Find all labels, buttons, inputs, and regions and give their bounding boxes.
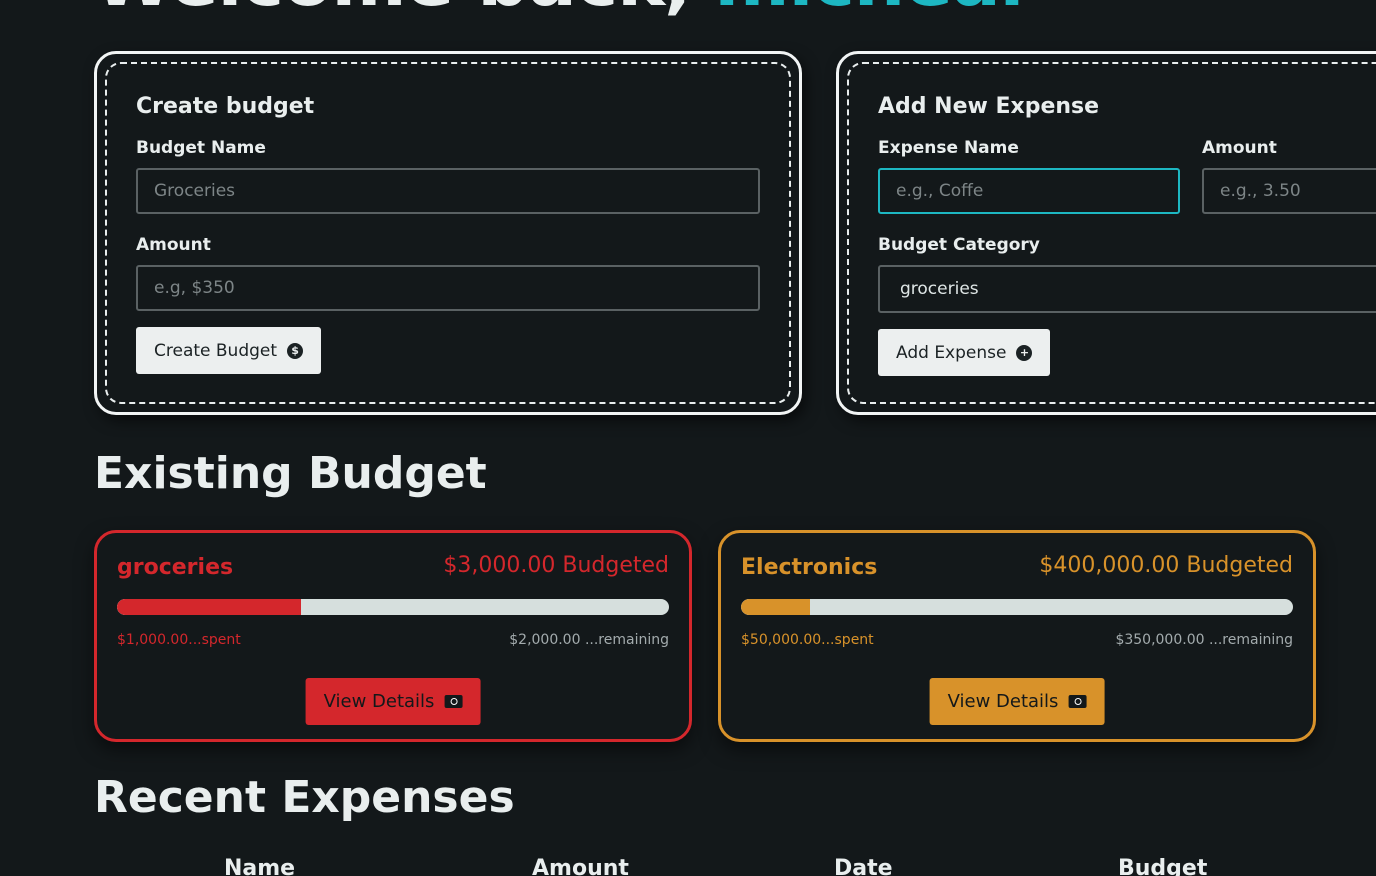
- create-budget-title: Create budget: [136, 94, 315, 119]
- existing-budget-title: Existing Budget: [94, 448, 487, 499]
- budget-remaining: $2,000.00 ...remaining: [509, 632, 669, 648]
- expense-amount-input[interactable]: e.g., 3.50: [1202, 168, 1376, 214]
- budget-amount: $3,000.00 Budgeted: [443, 553, 669, 578]
- view-details-label: View Details: [323, 691, 435, 712]
- budget-card-groceries: groceries $3,000.00 Budgeted $1,000.00..…: [94, 530, 692, 742]
- create-budget-button[interactable]: Create Budget $: [136, 327, 322, 374]
- column-header-budget: Budget: [1118, 856, 1208, 876]
- user-name: micheal: [715, 0, 1025, 22]
- budget-category-value: groceries: [900, 279, 979, 299]
- view-details-button[interactable]: View Details: [305, 678, 481, 725]
- budget-progress-fill: [117, 599, 301, 615]
- budget-card-electronics: Electronics $400,000.00 Budgeted $50,000…: [718, 530, 1316, 742]
- budget-spent: $50,000.00...spent: [741, 632, 874, 648]
- budget-amount-label: Amount: [136, 235, 211, 255]
- budget-name: groceries: [117, 555, 234, 580]
- expense-name-input[interactable]: e.g., Coffe: [878, 168, 1180, 214]
- dollar-circle-icon: $: [287, 342, 304, 359]
- cash-icon: [1068, 695, 1087, 708]
- welcome-prefix: Welcome back,: [94, 0, 691, 22]
- add-expense-button-label: Add Expense: [896, 342, 1007, 363]
- budget-progress-fill: [741, 599, 810, 615]
- column-header-name: Name: [224, 856, 296, 876]
- expense-name-placeholder: e.g., Coffe: [896, 181, 984, 201]
- create-budget-button-label: Create Budget: [154, 340, 278, 361]
- add-expense-form: Add New Expense Expense Name e.g., Coffe…: [836, 51, 1376, 415]
- plus-circle-icon: +: [1016, 344, 1033, 361]
- add-expense-title: Add New Expense: [878, 94, 1100, 119]
- expense-amount-label: Amount: [1202, 138, 1277, 158]
- budget-progress-bar: [741, 599, 1293, 615]
- add-expense-button[interactable]: Add Expense +: [878, 329, 1051, 376]
- view-details-button[interactable]: View Details: [929, 678, 1105, 725]
- budget-name-placeholder: Groceries: [154, 181, 236, 201]
- create-budget-form: Create budget Budget Name Groceries Amou…: [94, 51, 802, 415]
- budget-amount: $400,000.00 Budgeted: [1039, 553, 1293, 578]
- budget-category-label: Budget Category: [878, 235, 1040, 255]
- budget-remaining: $350,000.00 ...remaining: [1115, 632, 1293, 648]
- budget-name-label: Budget Name: [136, 138, 266, 158]
- budget-name: Electronics: [741, 555, 878, 580]
- budget-amount-placeholder: e.g, $350: [154, 278, 235, 298]
- recent-expenses-title: Recent Expenses: [94, 772, 515, 823]
- expense-name-label: Expense Name: [878, 138, 1019, 158]
- expense-amount-placeholder: e.g., 3.50: [1220, 181, 1301, 201]
- budget-category-select[interactable]: groceries: [878, 265, 1376, 313]
- cash-icon: [444, 695, 463, 708]
- view-details-label: View Details: [947, 691, 1059, 712]
- budget-progress-bar: [117, 599, 669, 615]
- budget-name-input[interactable]: Groceries: [136, 168, 760, 214]
- dashboard-page: Welcome back, micheal Create budget Budg…: [0, 0, 1376, 876]
- welcome-heading: Welcome back, micheal: [94, 0, 1025, 22]
- budget-amount-input[interactable]: e.g, $350: [136, 265, 760, 311]
- budget-spent: $1,000.00...spent: [117, 632, 241, 648]
- column-header-date: Date: [834, 856, 893, 876]
- column-header-amount: Amount: [532, 856, 629, 876]
